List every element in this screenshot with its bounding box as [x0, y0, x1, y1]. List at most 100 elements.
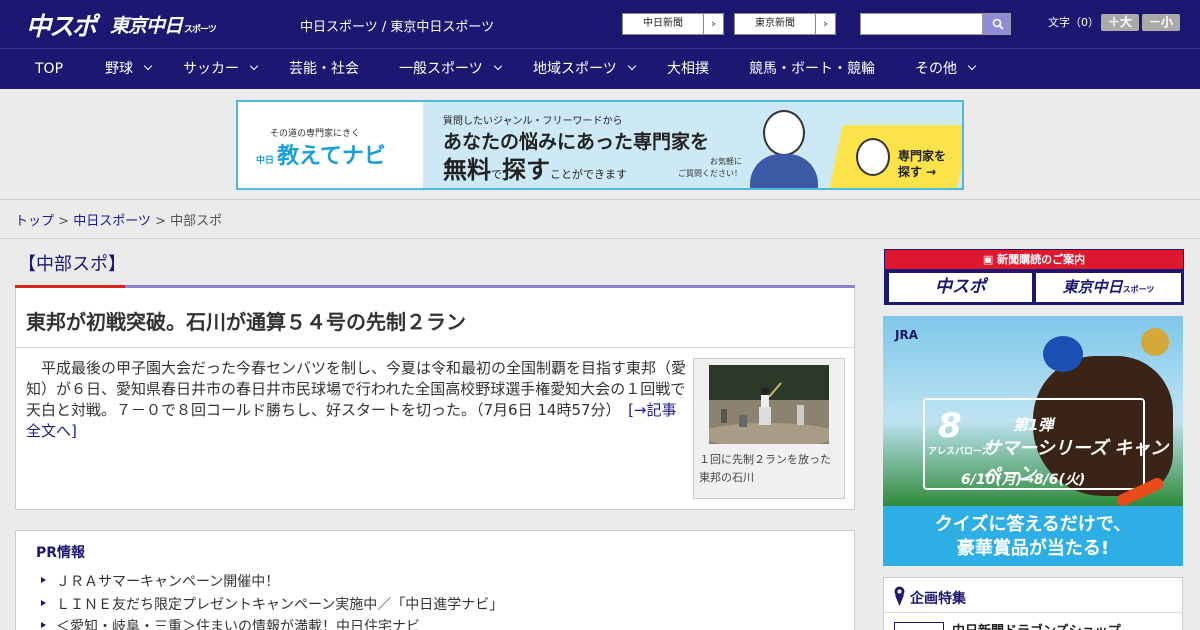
chevron-right-icon: ›	[815, 14, 835, 34]
pr-item[interactable]: ＜愛知・岐阜・三重＞住まいの情報が満載！中日住宅ナビ	[41, 616, 420, 630]
pr-item-text: ＬＩＮＥ友だち限定プレゼントキャンペーン実施中／「中日進学ナビ」	[56, 597, 504, 613]
ad-headline-search: 探す	[502, 156, 550, 184]
article-photo-box: １回に先制２ランを放った東邦の石川	[693, 358, 845, 499]
feature-item-link[interactable]: 中日新聞ドラゴンズショップ	[952, 620, 1121, 630]
tokyo-shimbun-label: 東京新聞	[755, 18, 795, 29]
jra-badge-icon	[1141, 328, 1169, 356]
chevron-right-icon: ›	[703, 14, 723, 34]
nav-item-baseball[interactable]: 野球	[105, 49, 153, 89]
breadcrumb-section[interactable]: 中日スポーツ	[73, 214, 151, 229]
feature-section: 企画特集 中日新聞ドラゴンズショップ	[883, 577, 1183, 630]
newspaper-icon: ▣	[982, 253, 998, 266]
pr-section: PR情報 ＪＲＡサマーキャンペーン開催中！ ＬＩＮＥ友だち限定プレゼントキャンペ…	[15, 530, 855, 630]
subscription-header-text: 新聞購読のご案内	[997, 253, 1086, 266]
breadcrumb-sep: >	[54, 214, 74, 229]
jra-copy-line2: 豪華賞品が当たる!	[956, 538, 1110, 559]
pr-item[interactable]: ＪＲＡサマーキャンペーン開催中！	[41, 571, 279, 591]
subscription-box: ▣ 新聞購読のご案内 中スポ 東京中日スポーツ	[884, 249, 1184, 305]
divider	[16, 347, 854, 348]
chevron-down-icon	[249, 61, 259, 71]
font-size-label: 文字（0）	[1048, 16, 1099, 29]
tokyo-chunichi-logo-text: 東京中日	[110, 15, 183, 37]
banner-area: その道の専門家にきく 中日 教えてナビ 質問したいジャンル・フリーワードから あな…	[0, 89, 1200, 200]
nav-item-sumo[interactable]: 大相撲	[667, 49, 709, 89]
pr-item-text: ＜愛知・岐阜・三重＞住まいの情報が満載！中日住宅ナビ	[56, 619, 420, 630]
nav-item-label: 競馬・ボート・競輪	[749, 61, 875, 77]
nav-item-label: 野球	[105, 61, 133, 77]
subscription-header: ▣ 新聞購読のご案内	[885, 250, 1183, 269]
ad-headline-3: 無料で探すことができます	[443, 150, 627, 185]
article-summary: 平成最後の甲子園大会だった今春センバツを制し、今夏は令和最初の全国制覇を目指す東…	[26, 358, 686, 442]
breadcrumb-current: 中部スポ	[170, 214, 223, 229]
tokyo-chunichi-logo-suffix: スポーツ	[184, 25, 217, 35]
ad-cta-text: 専門家を探す →	[898, 148, 946, 180]
section-title: 【中部スポ】	[18, 254, 126, 275]
nav-item-label: 一般スポーツ	[399, 61, 483, 77]
subscribe-chunichi-sports-button[interactable]: 中スポ	[889, 273, 1032, 302]
font-size-up-button[interactable]: ＋大	[1101, 14, 1139, 31]
nav-item-others[interactable]: その他	[915, 49, 977, 89]
nav-item-local-sports[interactable]: 地域スポーツ	[533, 49, 636, 89]
article-photo[interactable]	[709, 365, 829, 444]
jra-campaign-ad[interactable]: JRA 8 アレスバローズ 第1弾 サマーシリーズ キャンペーン 6/10(月)…	[883, 316, 1183, 566]
nav-item-top[interactable]: TOP	[35, 49, 63, 89]
feature-title: 企画特集	[910, 591, 966, 607]
chunichi-shimbun-label: 中日新聞	[643, 18, 683, 29]
feature-thumbnail[interactable]	[894, 622, 944, 630]
ad-brand-prefix: 中日	[256, 156, 275, 166]
ad-note-line1: お気軽に	[710, 157, 742, 166]
nav-item-label: 大相撲	[667, 61, 709, 77]
nav-item-label: サッカー	[183, 61, 239, 77]
ad-cta-line1: 専門家を	[898, 149, 947, 163]
divider	[884, 612, 1182, 613]
tokyo-shimbun-link[interactable]: 東京新聞 ›	[734, 13, 836, 35]
ad-user-illustration	[856, 138, 890, 176]
baseball-player-image	[709, 365, 829, 444]
nav-item-label: TOP	[35, 61, 64, 77]
nav-item-general-sports[interactable]: 一般スポーツ	[399, 49, 502, 89]
jra-horse-number: 8	[938, 406, 962, 446]
ad-brand-name: 教えてナビ	[277, 144, 386, 169]
divider	[0, 238, 1200, 239]
pr-title: PR情報	[36, 545, 86, 561]
ad-headline-de: で	[491, 168, 502, 181]
ad-expert-illustration	[763, 110, 805, 156]
search-input[interactable]	[860, 13, 983, 35]
pr-item[interactable]: ＬＩＮＥ友だち限定プレゼントキャンペーン実施中／「中日進学ナビ」	[41, 594, 503, 614]
nav-item-label: 地域スポーツ	[533, 61, 617, 77]
oshiete-navi-banner-ad[interactable]: その道の専門家にきく 中日 教えてナビ 質問したいジャンル・フリーワードから あな…	[236, 100, 964, 190]
nav-item-racing[interactable]: 競馬・ボート・競輪	[749, 49, 875, 89]
ad-headline-1: 質問したいジャンル・フリーワードから	[443, 116, 623, 127]
ad-cta-line2: 探す →	[898, 165, 937, 179]
nav-item-entertainment[interactable]: 芸能・社会	[289, 49, 359, 89]
chevron-down-icon	[493, 61, 502, 71]
chevron-down-icon	[627, 61, 636, 71]
subscribe-tokyo-chunichi-button[interactable]: 東京中日スポーツ	[1036, 273, 1181, 302]
ad-headline-free: 無料	[443, 156, 491, 184]
chunichi-shimbun-link[interactable]: 中日新聞 ›	[622, 13, 724, 35]
font-size-down-button[interactable]: －小	[1142, 14, 1180, 31]
nav-item-label: 芸能・社会	[289, 61, 359, 77]
article-title[interactable]: 東邦が初戦突破。石川が通算５４号の先制２ラン	[26, 306, 466, 335]
jra-logo: JRA	[895, 328, 918, 342]
search-icon	[992, 18, 1004, 30]
search-button[interactable]	[983, 13, 1011, 35]
ad-note: お気軽に ご質問ください！	[678, 156, 742, 180]
pr-item-text: ＪＲＡサマーキャンペーン開催中！	[56, 574, 280, 590]
breadcrumb-home[interactable]: トップ	[15, 214, 54, 229]
tokyo-chunichi-logo[interactable]: 東京中日 スポーツ	[110, 11, 217, 38]
breadcrumb: トップ > 中日スポーツ > 中部スポ	[15, 210, 222, 229]
jra-copy-line1: クイズに答えるだけで、	[934, 514, 1132, 535]
jockey-image	[1043, 336, 1083, 372]
ad-brand-logo: 中日 教えてナビ	[256, 138, 386, 170]
article-card: 東邦が初戦突破。石川が通算５４号の先制２ラン 平成最後の甲子園大会だった今春セン…	[15, 288, 855, 510]
nav-item-soccer[interactable]: サッカー	[183, 49, 259, 89]
main-nav: TOP 野球 サッカー 芸能・社会 一般スポーツ 地域スポーツ 大相撲 競馬・ボ…	[0, 48, 1200, 89]
chevron-down-icon	[967, 61, 977, 71]
site-header: 中スポ 東京中日 スポーツ 中日スポーツ / 東京中日スポーツ 中日新聞 › 東京…	[0, 0, 1200, 48]
ad-headline-tail: ことができます	[550, 168, 627, 181]
subscribe-tokyo-chunichi-suffix: スポーツ	[1122, 285, 1155, 294]
chunichi-sports-logo[interactable]: 中スポ	[26, 7, 97, 43]
breadcrumb-sep: >	[150, 214, 171, 229]
article-body-text: 平成最後の甲子園大会だった今春センバツを制し、今夏は令和最初の全国制覇を目指す東…	[26, 359, 687, 419]
